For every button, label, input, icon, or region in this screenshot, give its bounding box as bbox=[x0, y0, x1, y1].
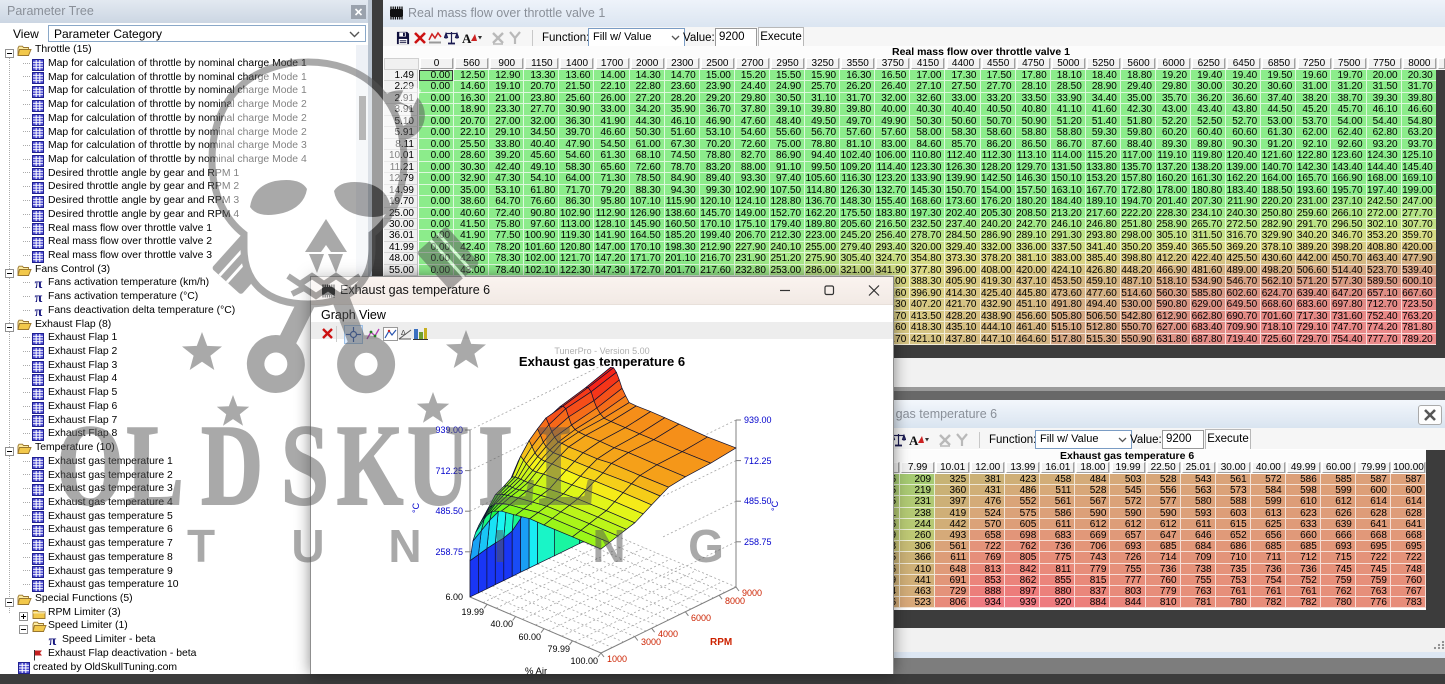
svg-text:40.00: 40.00 bbox=[490, 619, 513, 629]
svg-text:712.25: 712.25 bbox=[744, 456, 772, 466]
svg-text:A: A bbox=[462, 31, 472, 45]
svg-text:712.25: 712.25 bbox=[435, 466, 463, 476]
svg-text:°C: °C bbox=[770, 500, 780, 511]
svg-text:6000: 6000 bbox=[691, 613, 711, 623]
svg-text:A: A bbox=[909, 433, 919, 447]
svg-text:°C: °C bbox=[411, 502, 421, 513]
svg-text:60.00: 60.00 bbox=[518, 632, 541, 642]
svg-text:939.00: 939.00 bbox=[744, 415, 772, 425]
svg-text:RPM: RPM bbox=[710, 637, 732, 648]
svg-text:π: π bbox=[49, 634, 57, 647]
svg-text:1000: 1000 bbox=[607, 654, 627, 664]
svg-text:485.50: 485.50 bbox=[744, 496, 772, 506]
svg-text:79.99: 79.99 bbox=[547, 644, 570, 654]
svg-text:939.00: 939.00 bbox=[435, 425, 463, 435]
svg-text:19.99: 19.99 bbox=[461, 607, 484, 617]
svg-text:π: π bbox=[35, 291, 43, 304]
svg-text:Δ: Δ bbox=[401, 330, 406, 337]
svg-text:% Air: % Air bbox=[525, 666, 547, 677]
svg-text:π: π bbox=[35, 277, 43, 290]
svg-text:100.00: 100.00 bbox=[570, 656, 598, 666]
svg-text:π: π bbox=[35, 305, 43, 318]
svg-text:485.50: 485.50 bbox=[435, 506, 463, 516]
svg-text:258.75: 258.75 bbox=[744, 537, 772, 547]
svg-text:258.75: 258.75 bbox=[435, 547, 463, 557]
svg-text:4000: 4000 bbox=[658, 629, 678, 639]
svg-text:6.00: 6.00 bbox=[445, 592, 463, 602]
svg-text:9000: 9000 bbox=[742, 588, 762, 598]
